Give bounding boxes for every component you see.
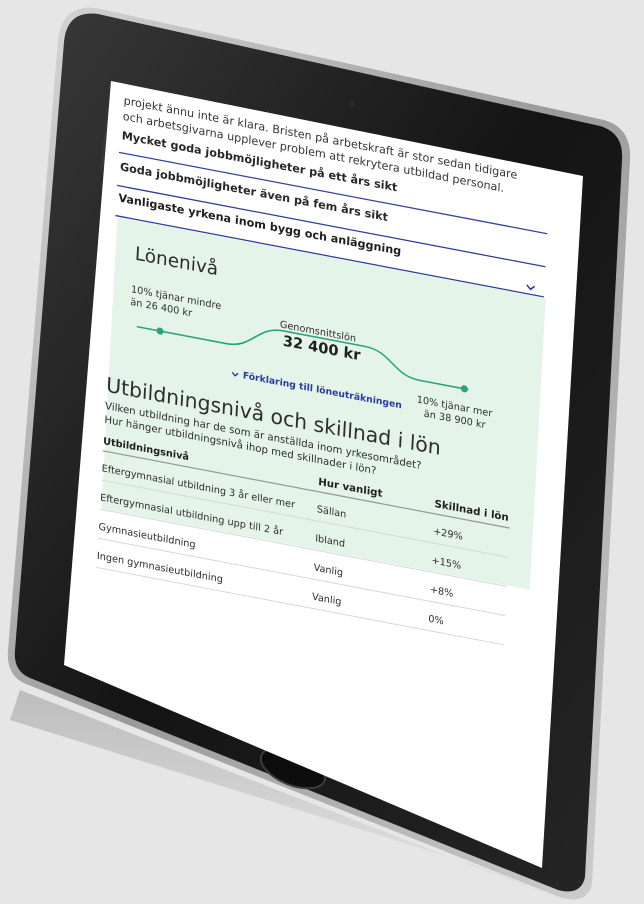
scene: projekt ännu inte är klara. Bristen på a…: [7, 7, 631, 904]
front-camera: [349, 101, 355, 107]
